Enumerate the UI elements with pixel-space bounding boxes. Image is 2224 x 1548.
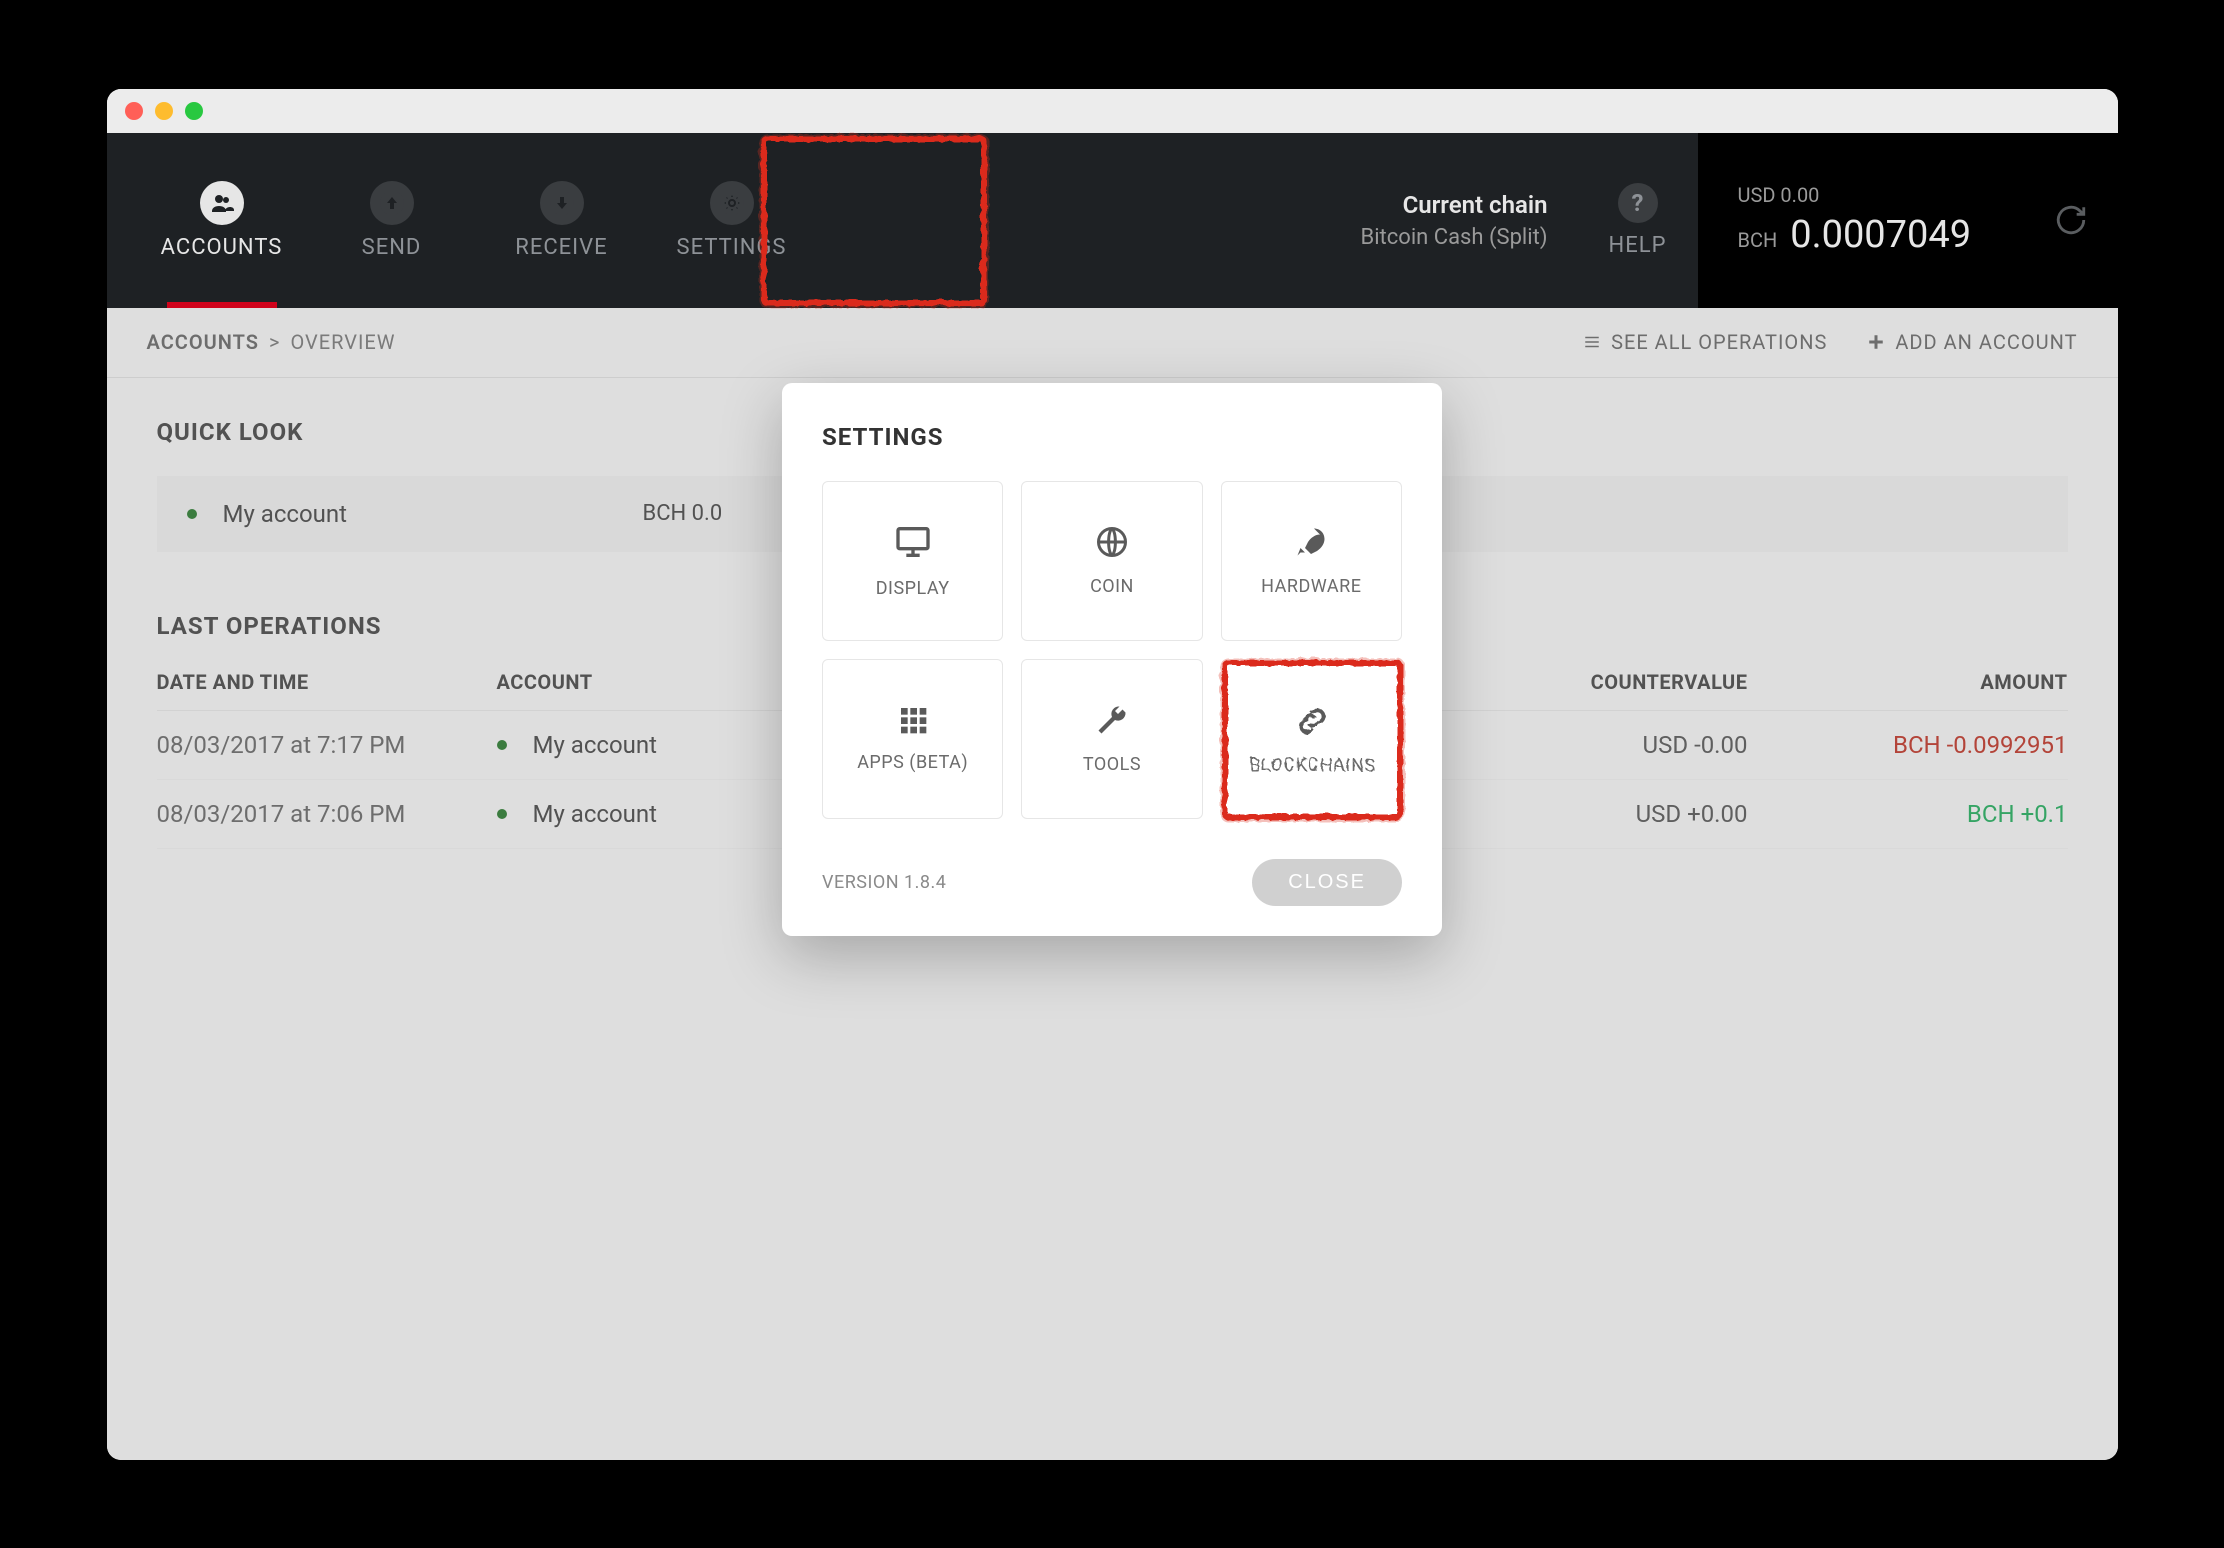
nav-receive[interactable]: RECEIVE <box>477 133 647 308</box>
settings-tile-display[interactable]: DISPLAY <box>822 481 1003 641</box>
op-account: My account <box>533 800 657 828</box>
nav-send[interactable]: SEND <box>307 133 477 308</box>
settings-tile-coin[interactable]: COIN <box>1021 481 1202 641</box>
op-account: My account <box>533 731 657 759</box>
rocket-icon <box>1293 524 1329 560</box>
nav-label: RECEIVE <box>515 235 607 260</box>
account-balance: BCH 0.0 <box>643 501 723 526</box>
app-window: ACCOUNTS SEND RECEIVE SETTINGS <box>107 89 2118 1460</box>
modal-title: SETTINGS <box>822 423 1402 451</box>
op-amount: BCH -0.0992951 <box>1808 731 2068 759</box>
account-name: My account <box>223 500 643 528</box>
nav-label: SEND <box>362 235 422 260</box>
settings-tile-hardware[interactable]: HARDWARE <box>1221 481 1402 641</box>
status-dot <box>497 809 507 819</box>
chain-icon <box>1293 702 1329 738</box>
users-icon <box>200 181 244 225</box>
gear-icon <box>710 181 754 225</box>
close-window-dot[interactable] <box>125 102 143 120</box>
nav-label: HELP <box>1609 233 1667 258</box>
see-all-operations-link[interactable]: SEE ALL OPERATIONS <box>1583 330 1827 354</box>
status-dot <box>187 509 197 519</box>
version-label: VERSION 1.8.4 <box>822 872 946 893</box>
nav-label: SETTINGS <box>677 235 787 260</box>
wrench-icon <box>1094 702 1130 738</box>
op-date: 08/03/2017 at 7:06 PM <box>157 800 497 828</box>
balance-bch: BCH 0.0007049 <box>1738 213 1972 257</box>
minimize-window-dot[interactable] <box>155 102 173 120</box>
settings-tile-tools[interactable]: TOOLS <box>1021 659 1202 819</box>
settings-tile-apps[interactable]: APPS (BETA) <box>822 659 1003 819</box>
chain-title: Current chain <box>1361 191 1548 219</box>
op-amount: BCH +0.1 <box>1808 800 2068 828</box>
current-chain: Current chain Bitcoin Cash (Split) <box>1361 191 1578 250</box>
grid-icon <box>897 704 929 736</box>
subheader: ACCOUNTS > OVERVIEW SEE ALL OPERATIONS A… <box>107 308 2118 378</box>
status-dot <box>497 740 507 750</box>
refresh-icon[interactable] <box>2054 203 2088 237</box>
balance-block: USD 0.00 BCH 0.0007049 <box>1698 133 2118 308</box>
close-button[interactable]: CLOSE <box>1252 859 1402 906</box>
add-account-link[interactable]: ADD AN ACCOUNT <box>1867 330 2077 354</box>
breadcrumb: ACCOUNTS > OVERVIEW <box>147 330 396 354</box>
maximize-window-dot[interactable] <box>185 102 203 120</box>
nav-label: ACCOUNTS <box>161 235 283 260</box>
settings-modal: SETTINGS DISPLAY COIN HARDWARE APPS (BET… <box>782 383 1442 936</box>
globe-icon <box>1094 524 1130 560</box>
arrow-down-icon <box>540 181 584 225</box>
top-nav: ACCOUNTS SEND RECEIVE SETTINGS <box>107 133 2118 308</box>
arrow-up-icon <box>370 181 414 225</box>
question-icon: ? <box>1618 183 1658 223</box>
monitor-icon <box>893 522 933 562</box>
nav-accounts[interactable]: ACCOUNTS <box>137 133 307 308</box>
nav-help[interactable]: ? HELP <box>1578 183 1698 258</box>
settings-tile-blockchains[interactable]: BLOCKCHAINS <box>1221 659 1402 819</box>
chain-subtitle: Bitcoin Cash (Split) <box>1361 225 1548 250</box>
op-date: 08/03/2017 at 7:17 PM <box>157 731 497 759</box>
mac-titlebar <box>107 89 2118 133</box>
nav-settings[interactable]: SETTINGS <box>647 133 817 308</box>
balance-usd: USD 0.00 <box>1738 183 1972 207</box>
